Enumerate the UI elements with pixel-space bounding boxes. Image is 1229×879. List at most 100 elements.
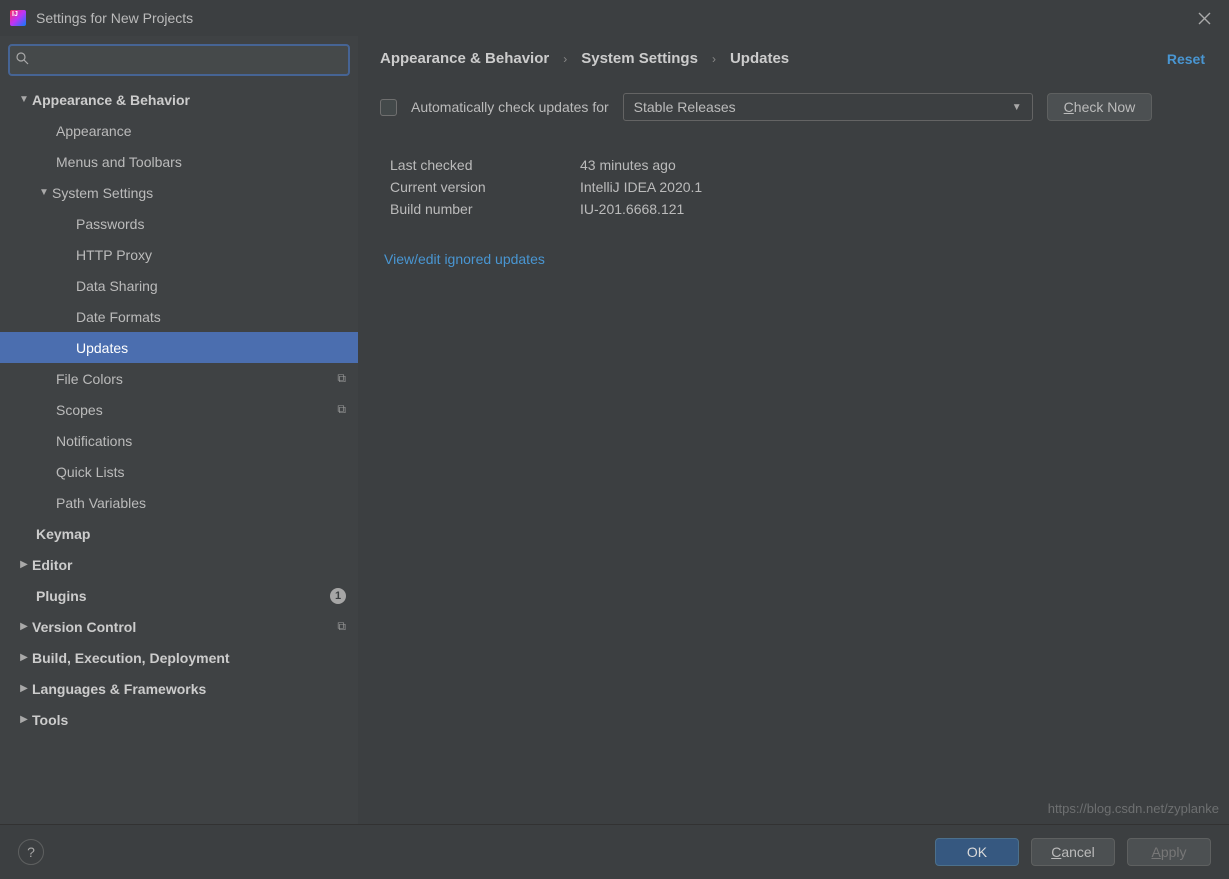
update-channel-select[interactable]: Stable Releases ▼ (623, 93, 1033, 121)
tree-label: Date Formats (76, 309, 346, 325)
tree-http-proxy[interactable]: HTTP Proxy (0, 239, 358, 270)
tree-plugins[interactable]: Plugins1 (0, 580, 358, 611)
info-row: Build number IU-201.6668.121 (390, 201, 1205, 217)
tree-label: File Colors (56, 371, 337, 387)
tree-updates[interactable]: Updates (0, 332, 358, 363)
chevron-right-icon: ▶ (16, 652, 32, 663)
watermark: https://blog.csdn.net/zyplanke (1048, 801, 1219, 816)
tree-date-formats[interactable]: Date Formats (0, 301, 358, 332)
tree-system-settings[interactable]: ▼System Settings (0, 177, 358, 208)
tree-scopes[interactable]: Scopes⧉ (0, 394, 358, 425)
tree-label: HTTP Proxy (76, 247, 346, 263)
tree-label: Languages & Frameworks (32, 681, 346, 697)
chevron-right-icon: › (563, 52, 567, 66)
update-row: Automatically check updates for Stable R… (380, 93, 1205, 121)
tree-label: Quick Lists (56, 464, 346, 480)
tree-appearance-behavior[interactable]: ▼Appearance & Behavior (0, 84, 358, 115)
search-input[interactable] (33, 46, 342, 74)
tree-passwords[interactable]: Passwords (0, 208, 358, 239)
per-project-icon: ⧉ (337, 402, 346, 417)
ok-button[interactable]: OK (935, 838, 1019, 866)
tree-label: Scopes (56, 402, 337, 418)
close-button[interactable] (1189, 3, 1219, 33)
help-button[interactable]: ? (18, 839, 44, 865)
tree-build[interactable]: ▶Build, Execution, Deployment (0, 642, 358, 673)
per-project-icon: ⧉ (337, 619, 346, 634)
chevron-down-icon: ▼ (36, 187, 52, 198)
chevron-right-icon: ▶ (16, 559, 32, 570)
info-row: Last checked 43 minutes ago (390, 157, 1205, 173)
build-number-label: Build number (390, 201, 550, 217)
chevron-down-icon: ▼ (1012, 102, 1022, 113)
tree-label: Menus and Toolbars (56, 154, 346, 170)
tree-quick-lists[interactable]: Quick Lists (0, 456, 358, 487)
chevron-right-icon: ▶ (16, 714, 32, 725)
tree-tools[interactable]: ▶Tools (0, 704, 358, 735)
tree-label: Appearance & Behavior (32, 92, 346, 108)
crumb-appearance-behavior[interactable]: Appearance & Behavior (380, 50, 549, 67)
content-panel: Appearance & Behavior › System Settings … (358, 36, 1229, 824)
tree-appearance[interactable]: Appearance (0, 115, 358, 146)
tree-label: Updates (76, 340, 346, 356)
tree-keymap[interactable]: Keymap (0, 518, 358, 549)
build-number-value: IU-201.6668.121 (580, 201, 684, 217)
tree-label: Build, Execution, Deployment (32, 650, 346, 666)
button-label: Apply (1151, 844, 1186, 860)
tree-file-colors[interactable]: File Colors⧉ (0, 363, 358, 394)
app-icon (10, 10, 26, 26)
per-project-icon: ⧉ (337, 371, 346, 386)
window-title: Settings for New Projects (36, 10, 193, 26)
tree-version-control[interactable]: ▶Version Control⧉ (0, 611, 358, 642)
chevron-down-icon: ▼ (16, 94, 32, 105)
auto-check-checkbox[interactable] (380, 99, 397, 116)
tree-label: Notifications (56, 433, 346, 449)
tree-notifications[interactable]: Notifications (0, 425, 358, 456)
auto-check-label: Automatically check updates for (411, 99, 609, 115)
tree-label: Appearance (56, 123, 346, 139)
tree-data-sharing[interactable]: Data Sharing (0, 270, 358, 301)
tree-label: System Settings (52, 185, 346, 201)
info-table: Last checked 43 minutes ago Current vers… (390, 157, 1205, 217)
current-version-label: Current version (390, 179, 550, 195)
info-row: Current version IntelliJ IDEA 2020.1 (390, 179, 1205, 195)
tree-label: Passwords (76, 216, 346, 232)
tree-menus-toolbars[interactable]: Menus and Toolbars (0, 146, 358, 177)
crumb-updates: Updates (730, 50, 789, 67)
sidebar: ▼Appearance & Behavior Appearance Menus … (0, 36, 358, 824)
title-bar: Settings for New Projects (0, 0, 1229, 36)
tree-path-variables[interactable]: Path Variables (0, 487, 358, 518)
tree-label: Tools (32, 712, 346, 728)
tree-label: Path Variables (56, 495, 346, 511)
tree-editor[interactable]: ▶Editor (0, 549, 358, 580)
button-label: OK (967, 844, 987, 860)
search-field[interactable] (8, 44, 350, 76)
button-label: Check Now (1064, 99, 1136, 115)
plugins-badge: 1 (330, 588, 346, 604)
chevron-right-icon: ▶ (16, 683, 32, 694)
help-icon: ? (27, 844, 35, 860)
last-checked-label: Last checked (390, 157, 550, 173)
tree-label: Editor (32, 557, 346, 573)
chevron-right-icon: ▶ (16, 621, 32, 632)
tree-label: Plugins (36, 588, 330, 604)
footer: ? OK Cancel Apply (0, 824, 1229, 879)
settings-tree: ▼Appearance & Behavior Appearance Menus … (0, 84, 358, 824)
view-edit-ignored-link[interactable]: View/edit ignored updates (384, 251, 1205, 267)
tree-languages[interactable]: ▶Languages & Frameworks (0, 673, 358, 704)
close-icon (1198, 12, 1211, 25)
tree-label: Keymap (36, 526, 346, 542)
tree-label: Data Sharing (76, 278, 346, 294)
cancel-button[interactable]: Cancel (1031, 838, 1115, 866)
button-label: Cancel (1051, 844, 1095, 860)
crumb-system-settings[interactable]: System Settings (581, 50, 698, 67)
chevron-right-icon: › (712, 52, 716, 66)
select-value: Stable Releases (634, 99, 1012, 115)
last-checked-value: 43 minutes ago (580, 157, 676, 173)
search-icon (16, 52, 29, 68)
apply-button[interactable]: Apply (1127, 838, 1211, 866)
reset-link[interactable]: Reset (1167, 51, 1205, 67)
check-now-button[interactable]: Check Now (1047, 93, 1153, 121)
breadcrumb: Appearance & Behavior › System Settings … (380, 50, 1205, 67)
current-version-value: IntelliJ IDEA 2020.1 (580, 179, 702, 195)
tree-label: Version Control (32, 619, 337, 635)
